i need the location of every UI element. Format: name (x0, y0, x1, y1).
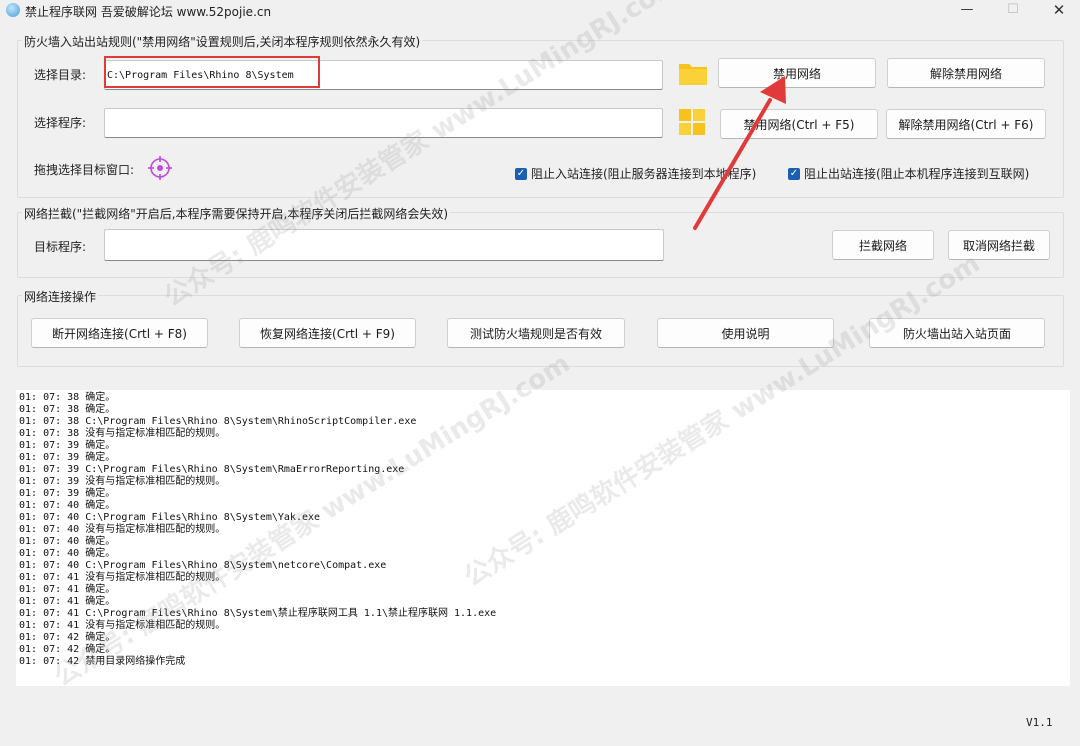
log-line: 01: 07: 38 没有与指定标准相匹配的规则。 (19, 428, 226, 439)
folder-icon[interactable] (678, 60, 708, 86)
block-outbound-label: 阻止出站连接(阻止本机程序连接到互联网) (804, 167, 1030, 181)
version-label: V1.1 (1026, 716, 1053, 729)
enable-network-button[interactable]: 解除禁用网络 (887, 58, 1045, 88)
log-line: 01: 07: 40 确定。 (19, 548, 116, 559)
log-line: 01: 07: 42 确定。 (19, 644, 116, 655)
enable-network-hotkey-button[interactable]: 解除禁用网络(Ctrl + F6) (886, 109, 1046, 139)
log-line: 01: 07: 41 C:\Program Files\Rhino 8\Syst… (19, 608, 497, 619)
highlight-box (104, 56, 320, 88)
log-line: 01: 07: 39 没有与指定标准相匹配的规则。 (19, 476, 226, 487)
log-line: 01: 07: 40 确定。 (19, 536, 116, 547)
close-button[interactable]: ✕ (1036, 0, 1080, 20)
log-line: 01: 07: 40 确定。 (19, 500, 116, 511)
log-line: 01: 07: 39 确定。 (19, 440, 116, 451)
target-program-label: 目标程序: (34, 240, 87, 254)
app-icon (6, 3, 20, 17)
select-program-label: 选择程序: (34, 116, 87, 130)
log-line: 01: 07: 42 确定。 (19, 632, 116, 643)
check-icon: ✓ (788, 167, 800, 180)
log-line: 01: 07: 42 禁用目录网络操作完成 (19, 656, 186, 667)
crosshair-icon[interactable] (147, 155, 173, 181)
log-line: 01: 07: 41 确定。 (19, 596, 116, 607)
check-icon: ✓ (515, 167, 527, 180)
log-line: 01: 07: 39 确定。 (19, 488, 116, 499)
block-outbound-checkbox[interactable]: ✓ 阻止出站连接(阻止本机程序连接到互联网) (788, 165, 1029, 182)
block-inbound-checkbox[interactable]: ✓ 阻止入站连接(阻止服务器连接到本地程序) (515, 165, 756, 182)
intercept-group-title: 网络拦截("拦截网络"开启后,本程序需要保持开启,本程序关闭后拦截网络会失效) (22, 205, 451, 222)
log-line: 01: 07: 40 C:\Program Files\Rhino 8\Syst… (19, 512, 321, 523)
disable-network-hotkey-button[interactable]: 禁用网络(Ctrl + F5) (720, 109, 878, 139)
log-line: 01: 07: 41 没有与指定标准相匹配的规则。 (19, 620, 226, 631)
firewall-rules-group-title: 防火墙入站出站规则("禁用网络"设置规则后,关闭本程序规则依然永久有效) (22, 33, 423, 50)
disconnect-network-button[interactable]: 断开网络连接(Crtl + F8) (31, 318, 208, 348)
cancel-intercept-button[interactable]: 取消网络拦截 (948, 230, 1050, 260)
restore-network-button[interactable]: 恢复网络连接(Crtl + F9) (239, 318, 416, 348)
log-line: 01: 07: 40 C:\Program Files\Rhino 8\Syst… (19, 560, 387, 571)
test-firewall-rules-button[interactable]: 测试防火墙规则是否有效 (447, 318, 625, 348)
window-title: 禁止程序联网 吾爱破解论坛 www.52pojie.cn (25, 5, 272, 19)
program-select-icon[interactable] (678, 108, 706, 136)
select-dir-label: 选择目录: (34, 68, 87, 82)
log-line: 01: 07: 38 确定。 (19, 404, 116, 415)
firewall-page-button[interactable]: 防火墙出站入站页面 (869, 318, 1045, 348)
drag-window-label: 拖拽选择目标窗口: (34, 163, 135, 177)
minimize-button[interactable]: — (944, 0, 990, 20)
maximize-button[interactable]: ☐ (990, 0, 1036, 20)
log-line: 01: 07: 38 确定。 (19, 392, 116, 403)
log-line: 01: 07: 40 没有与指定标准相匹配的规则。 (19, 524, 226, 535)
help-button[interactable]: 使用说明 (657, 318, 834, 348)
log-line: 01: 07: 41 没有与指定标准相匹配的规则。 (19, 572, 226, 583)
log-line: 01: 07: 39 C:\Program Files\Rhino 8\Syst… (19, 464, 405, 475)
log-line: 01: 07: 41 确定。 (19, 584, 116, 595)
intercept-network-button[interactable]: 拦截网络 (832, 230, 934, 260)
network-ops-group-title: 网络连接操作 (22, 288, 99, 305)
title-bar: 禁止程序联网 吾爱破解论坛 www.52pojie.cn — ☐ ✕ (0, 0, 1080, 20)
disable-network-button[interactable]: 禁用网络 (718, 58, 876, 88)
log-line: 01: 07: 38 C:\Program Files\Rhino 8\Syst… (19, 416, 417, 427)
block-inbound-label: 阻止入站连接(阻止服务器连接到本地程序) (531, 167, 757, 181)
target-program-input[interactable] (104, 229, 664, 261)
select-program-input[interactable] (104, 108, 663, 138)
log-output[interactable]: 01: 07: 38 确定。 01: 07: 38 确定。 01: 07: 38 C… (16, 390, 1070, 686)
log-line: 01: 07: 39 确定。 (19, 452, 116, 463)
